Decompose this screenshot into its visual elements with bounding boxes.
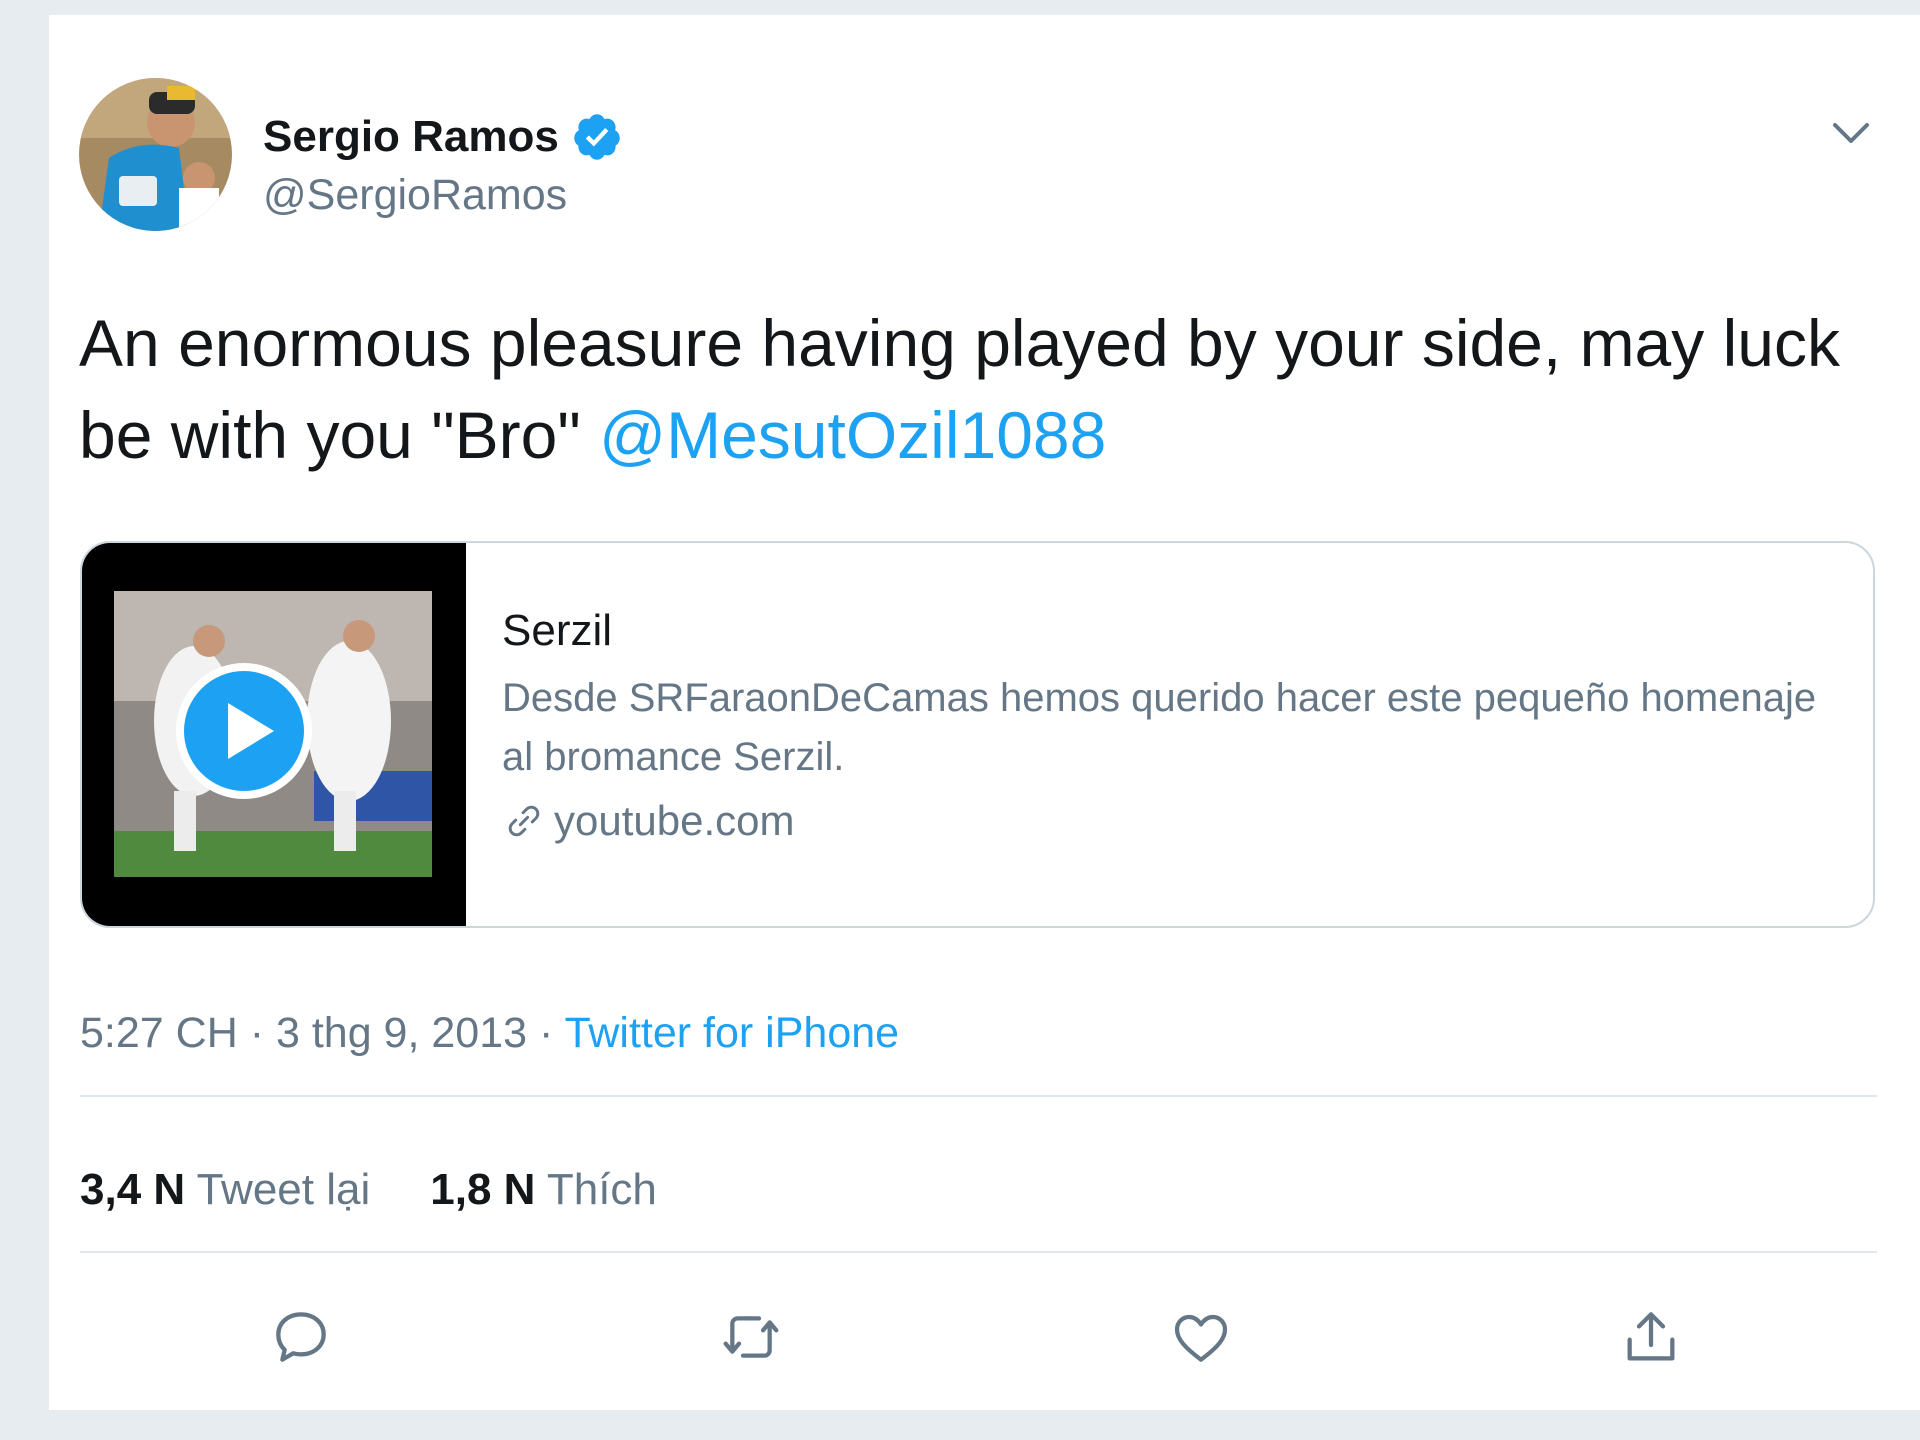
share-icon[interactable]	[1619, 1305, 1683, 1369]
likes-stat[interactable]: 1,8 N Thích	[430, 1165, 657, 1215]
author-block: Sergio Ramos @SergioRamos	[263, 111, 623, 220]
link-card-domain: youtube.com	[554, 797, 795, 844]
verified-badge-icon	[574, 114, 620, 160]
divider	[80, 1095, 1877, 1097]
likes-count: 1,8 N	[430, 1165, 536, 1214]
retweets-count: 3,4 N	[80, 1165, 186, 1214]
retweets-stat[interactable]: 3,4 N Tweet lại	[80, 1165, 370, 1215]
author-name[interactable]: Sergio Ramos	[263, 112, 559, 162]
mention-link[interactable]: @MesutOzil1088	[599, 398, 1106, 472]
reply-icon[interactable]	[269, 1305, 333, 1369]
link-card-domain-row: youtube.com	[502, 797, 1842, 845]
divider	[80, 1251, 1877, 1253]
link-card-title: Serzil	[502, 606, 613, 655]
tweet-card: Sergio Ramos @SergioRamos An enormous pl…	[49, 15, 1920, 1410]
heart-icon[interactable]	[1169, 1305, 1233, 1369]
tweet-source[interactable]: Twitter for iPhone	[564, 1009, 899, 1057]
avatar[interactable]	[79, 78, 232, 231]
video-thumbnail[interactable]	[82, 543, 466, 926]
chevron-down-icon[interactable]	[1827, 113, 1875, 153]
link-preview-card[interactable]: Serzil Desde SRFaraonDeCamas hemos queri…	[80, 541, 1875, 928]
tweet-date[interactable]: 3 thg 9, 2013	[276, 1009, 527, 1057]
tweet-meta: 5:27 CH · 3 thg 9, 2013 · Twitter for iP…	[80, 1009, 899, 1058]
retweets-label: Tweet lại	[196, 1165, 371, 1214]
retweet-icon[interactable]	[719, 1305, 783, 1369]
play-icon[interactable]	[176, 663, 312, 799]
link-card-body: Serzil Desde SRFaraonDeCamas hemos queri…	[502, 603, 1842, 845]
tweet-time[interactable]: 5:27 CH	[80, 1009, 238, 1057]
meta-separator: ·	[527, 1009, 565, 1057]
tweet-text: An enormous pleasure having played by yo…	[79, 297, 1879, 481]
author-handle[interactable]: @SergioRamos	[263, 171, 623, 220]
link-card-description: Desde SRFaraonDeCamas hemos querido hace…	[502, 676, 1817, 779]
likes-label: Thích	[546, 1165, 657, 1214]
meta-separator: ·	[237, 1009, 276, 1057]
link-icon	[508, 805, 540, 837]
tweet-stats: 3,4 N Tweet lại 1,8 N Thích	[80, 1165, 717, 1215]
